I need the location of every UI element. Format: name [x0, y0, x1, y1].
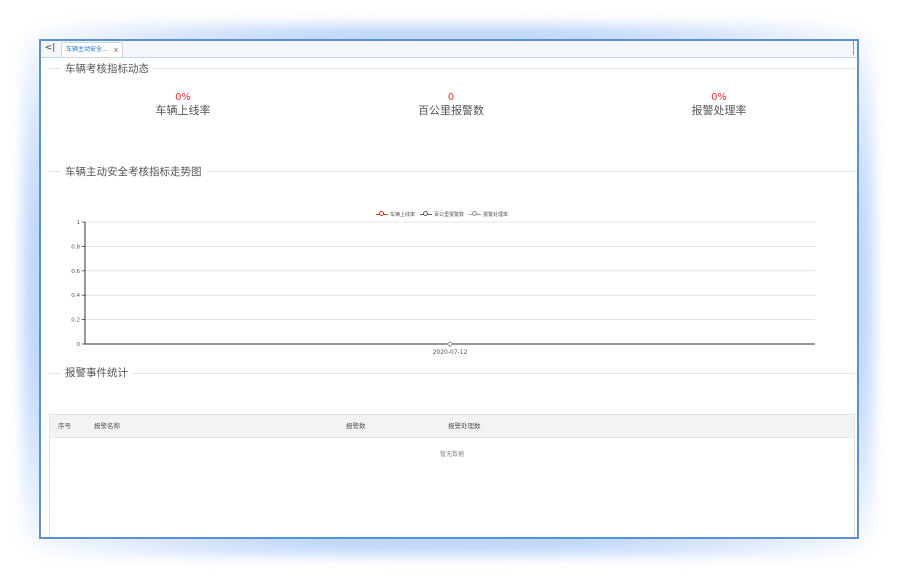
col-header-alarm-name[interactable]: 报警名称 — [94, 415, 120, 437]
table-header: 序号 报警名称 报警数 报警处理数 — [50, 415, 854, 438]
col-header-index[interactable]: 序号 — [58, 415, 71, 437]
tab-scroll-right-icon[interactable] — [853, 41, 857, 55]
trend-chart: 0 0.2 0.4 0.6 0.8 1 2020-07-12 — [71, 220, 815, 356]
app-window: <| 车辆主动安全... x 车辆考核指标动态 0% 车辆上线率 0 百公里报警… — [39, 39, 859, 539]
x-tick-label: 2020-07-12 — [433, 349, 468, 356]
y-tick-label: 0.4 — [71, 293, 80, 299]
alarm-section-title: 报警事件统计 — [61, 365, 132, 380]
tab-vehicle-safety[interactable]: 车辆主动安全... x — [61, 42, 123, 57]
page-content: 车辆考核指标动态 0% 车辆上线率 0 百公里报警数 0% 报警处理率 车辆主动… — [41, 58, 857, 537]
tab-bar: <| 车辆主动安全... x — [41, 41, 857, 58]
tab-scroll-left-icon[interactable]: <| — [43, 42, 57, 55]
y-tick-label: 1 — [77, 220, 81, 226]
y-tick-label: 0.6 — [71, 269, 80, 275]
table-empty-text: 暂无数据 — [439, 451, 464, 458]
alarm-table: 序号 报警名称 报警数 报警处理数 暂无数据 — [49, 414, 855, 537]
tab-close-icon[interactable]: x — [114, 43, 118, 57]
col-header-alarm-count[interactable]: 报警数 — [346, 415, 366, 437]
y-tick-label: 0.2 — [71, 318, 80, 324]
tab-label: 车辆主动安全... — [66, 46, 108, 53]
y-tick-label: 0 — [77, 342, 81, 348]
data-point — [447, 341, 453, 347]
col-header-handled-count[interactable]: 报警处理数 — [448, 415, 481, 437]
y-tick-label: 0.8 — [71, 244, 80, 250]
section-divider — [49, 373, 855, 374]
